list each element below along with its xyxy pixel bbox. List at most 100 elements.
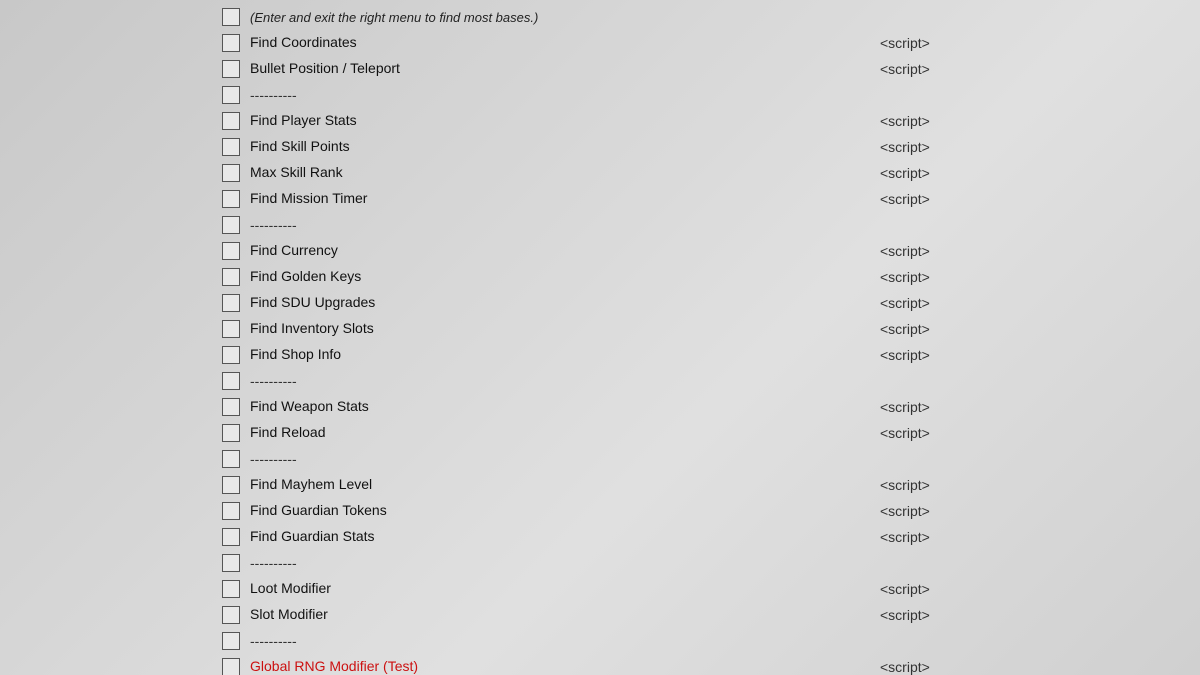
- checkbox-wrapper-find-mayhem-level: [220, 474, 242, 496]
- separator-checkbox-20[interactable]: [222, 554, 240, 572]
- list-item-find-golden-keys: Find Golden Keys<script>: [220, 264, 1200, 290]
- item-script-find-mission-timer: <script>: [880, 191, 960, 207]
- list-item-find-skill-points: Find Skill Points<script>: [220, 134, 1200, 160]
- checkbox-slot-modifier[interactable]: [222, 606, 240, 624]
- checkbox-find-skill-points[interactable]: [222, 138, 240, 156]
- separator-label-2: ----------: [250, 87, 297, 103]
- item-script-find-inventory-slots: <script>: [880, 321, 960, 337]
- item-label-find-skill-points: Find Skill Points: [250, 137, 880, 157]
- list-item-find-inventory-slots: Find Inventory Slots<script>: [220, 316, 1200, 342]
- main-container: (Enter and exit the right menu to find m…: [0, 0, 1200, 675]
- checkbox-wrapper-bullet-position: [220, 58, 242, 80]
- item-script-find-golden-keys: <script>: [880, 269, 960, 285]
- item-label-find-mission-timer: Find Mission Timer: [250, 189, 880, 209]
- item-script-loot-modifier: <script>: [880, 581, 960, 597]
- item-script-bullet-position: <script>: [880, 61, 960, 77]
- checkbox-find-coordinates[interactable]: [222, 34, 240, 52]
- checkbox-bullet-position[interactable]: [222, 60, 240, 78]
- info-checkbox-wrapper: [220, 6, 242, 28]
- separator-label-13: ----------: [250, 373, 297, 389]
- separator-16: ----------: [220, 446, 1200, 472]
- separator-2: ----------: [220, 82, 1200, 108]
- item-script-find-weapon-stats: <script>: [880, 399, 960, 415]
- item-label-global-rng-modifier: Global RNG Modifier (Test): [250, 657, 880, 675]
- checkbox-loot-modifier[interactable]: [222, 580, 240, 598]
- item-label-find-inventory-slots: Find Inventory Slots: [250, 319, 880, 339]
- item-script-max-skill-rank: <script>: [880, 165, 960, 181]
- separator-23: ----------: [220, 628, 1200, 654]
- item-script-find-guardian-stats: <script>: [880, 529, 960, 545]
- items-container: Find Coordinates<script>Bullet Position …: [220, 30, 1200, 675]
- list-container: (Enter and exit the right menu to find m…: [0, 0, 1200, 675]
- checkbox-wrapper-find-inventory-slots: [220, 318, 242, 340]
- list-item-find-guardian-tokens: Find Guardian Tokens<script>: [220, 498, 1200, 524]
- info-checkbox[interactable]: [222, 8, 240, 26]
- list-item-find-shop-info: Find Shop Info<script>: [220, 342, 1200, 368]
- item-script-global-rng-modifier: <script>: [880, 659, 960, 675]
- info-row: (Enter and exit the right menu to find m…: [220, 4, 1200, 30]
- checkbox-find-weapon-stats[interactable]: [222, 398, 240, 416]
- separator-label-16: ----------: [250, 451, 297, 467]
- separator-checkbox-7[interactable]: [222, 216, 240, 234]
- item-script-find-guardian-tokens: <script>: [880, 503, 960, 519]
- item-label-loot-modifier: Loot Modifier: [250, 579, 880, 599]
- list-item-find-player-stats: Find Player Stats<script>: [220, 108, 1200, 134]
- item-script-find-player-stats: <script>: [880, 113, 960, 129]
- checkbox-wrapper-find-sdu-upgrades: [220, 292, 242, 314]
- item-script-slot-modifier: <script>: [880, 607, 960, 623]
- checkbox-find-guardian-stats[interactable]: [222, 528, 240, 546]
- item-label-find-guardian-tokens: Find Guardian Tokens: [250, 501, 880, 521]
- checkbox-find-golden-keys[interactable]: [222, 268, 240, 286]
- separator-label-7: ----------: [250, 217, 297, 233]
- list-item-find-mission-timer: Find Mission Timer<script>: [220, 186, 1200, 212]
- checkbox-find-player-stats[interactable]: [222, 112, 240, 130]
- checkbox-global-rng-modifier[interactable]: [222, 658, 240, 675]
- separator-checkbox-16[interactable]: [222, 450, 240, 468]
- item-label-find-sdu-upgrades: Find SDU Upgrades: [250, 293, 880, 313]
- checkbox-find-currency[interactable]: [222, 242, 240, 260]
- checkbox-wrapper-find-weapon-stats: [220, 396, 242, 418]
- checkbox-find-shop-info[interactable]: [222, 346, 240, 364]
- list-item-find-mayhem-level: Find Mayhem Level<script>: [220, 472, 1200, 498]
- item-label-find-weapon-stats: Find Weapon Stats: [250, 397, 880, 417]
- separator-checkbox-wrapper-13: [220, 370, 242, 392]
- list-item-find-sdu-upgrades: Find SDU Upgrades<script>: [220, 290, 1200, 316]
- info-label: (Enter and exit the right menu to find m…: [250, 10, 538, 25]
- separator-checkbox-2[interactable]: [222, 86, 240, 104]
- list-item-loot-modifier: Loot Modifier<script>: [220, 576, 1200, 602]
- checkbox-find-mayhem-level[interactable]: [222, 476, 240, 494]
- item-label-find-shop-info: Find Shop Info: [250, 345, 880, 365]
- list-item-find-coordinates: Find Coordinates<script>: [220, 30, 1200, 56]
- list-item-find-reload: Find Reload<script>: [220, 420, 1200, 446]
- item-label-find-currency: Find Currency: [250, 241, 880, 261]
- checkbox-find-reload[interactable]: [222, 424, 240, 442]
- checkbox-wrapper-find-reload: [220, 422, 242, 444]
- separator-label-20: ----------: [250, 555, 297, 571]
- item-label-find-reload: Find Reload: [250, 423, 880, 443]
- separator-checkbox-23[interactable]: [222, 632, 240, 650]
- checkbox-wrapper-find-currency: [220, 240, 242, 262]
- item-label-find-mayhem-level: Find Mayhem Level: [250, 475, 880, 495]
- checkbox-max-skill-rank[interactable]: [222, 164, 240, 182]
- list-item-find-weapon-stats: Find Weapon Stats<script>: [220, 394, 1200, 420]
- list-item-slot-modifier: Slot Modifier<script>: [220, 602, 1200, 628]
- list-item-bullet-position: Bullet Position / Teleport<script>: [220, 56, 1200, 82]
- checkbox-wrapper-find-coordinates: [220, 32, 242, 54]
- item-label-bullet-position: Bullet Position / Teleport: [250, 59, 880, 79]
- checkbox-wrapper-max-skill-rank: [220, 162, 242, 184]
- separator-13: ----------: [220, 368, 1200, 394]
- checkbox-find-mission-timer[interactable]: [222, 190, 240, 208]
- list-item-global-rng-modifier: Global RNG Modifier (Test)<script>: [220, 654, 1200, 675]
- separator-checkbox-13[interactable]: [222, 372, 240, 390]
- item-script-find-coordinates: <script>: [880, 35, 960, 51]
- list-item-max-skill-rank: Max Skill Rank<script>: [220, 160, 1200, 186]
- checkbox-wrapper-slot-modifier: [220, 604, 242, 626]
- checkbox-find-guardian-tokens[interactable]: [222, 502, 240, 520]
- separator-checkbox-wrapper-20: [220, 552, 242, 574]
- checkbox-find-sdu-upgrades[interactable]: [222, 294, 240, 312]
- checkbox-wrapper-find-skill-points: [220, 136, 242, 158]
- checkbox-find-inventory-slots[interactable]: [222, 320, 240, 338]
- checkbox-wrapper-find-mission-timer: [220, 188, 242, 210]
- item-label-slot-modifier: Slot Modifier: [250, 605, 880, 625]
- item-script-find-shop-info: <script>: [880, 347, 960, 363]
